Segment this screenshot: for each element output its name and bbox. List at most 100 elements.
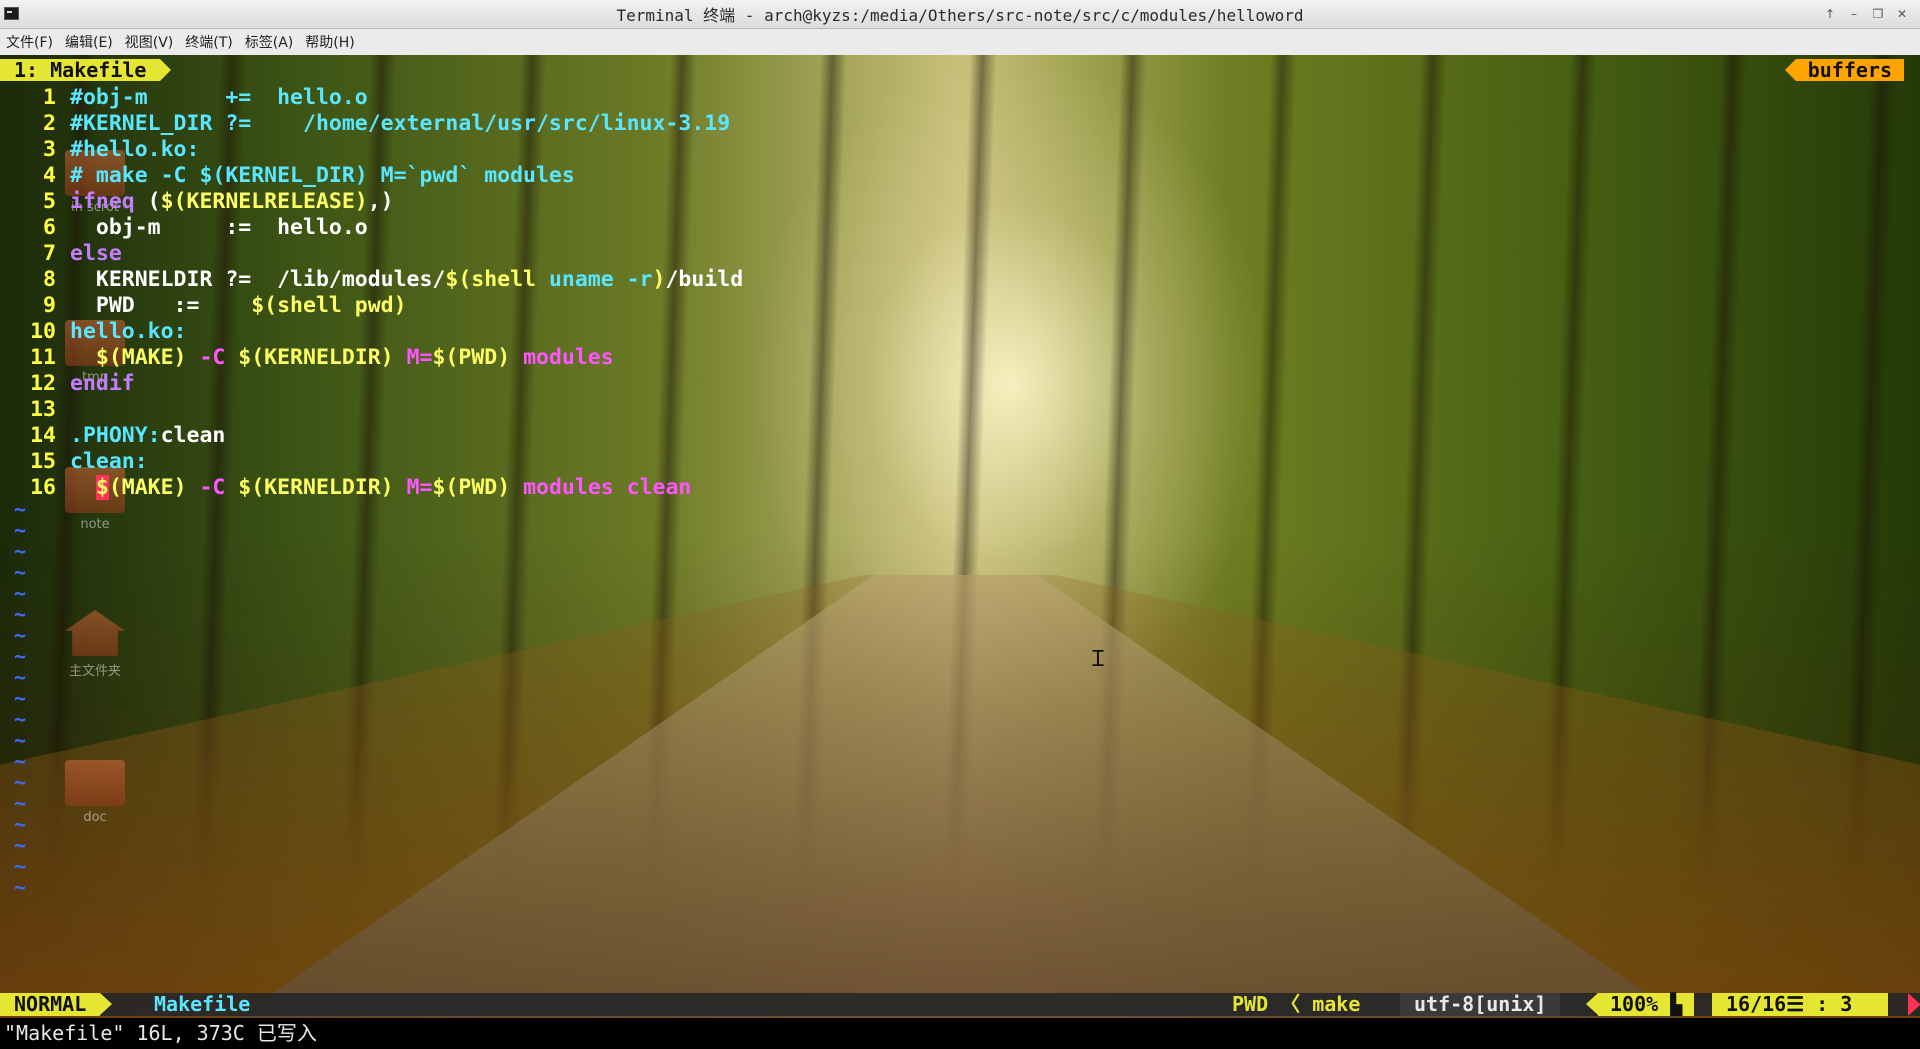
menu-edit[interactable]: 编辑(E) [59, 32, 119, 52]
code-line[interactable]: 10 hello.ko: [0, 319, 1900, 345]
code-line[interactable]: 15 clean: [0, 449, 1900, 475]
code-token: $(PWD) [432, 345, 511, 370]
line-number: 9 [43, 293, 56, 318]
line-number: 15 [30, 449, 56, 474]
code-token: -C [186, 475, 239, 500]
close-button[interactable]: ✕ [1892, 4, 1912, 24]
desktop-icon-doc: doc [50, 760, 140, 825]
code-token: ( [147, 189, 161, 214]
mode-indicator: NORMAL [0, 993, 113, 1016]
code-token: ,) [367, 189, 394, 214]
code-token: $(KERNELDIR) [238, 345, 394, 370]
vim-statusline: NORMAL Makefile PWD 〈 make utf-8[unix] 1… [0, 993, 1920, 1016]
menu-view[interactable]: 视图(V) [119, 32, 180, 52]
code-token: uname -r [548, 267, 653, 292]
code-token: clean: [70, 449, 148, 474]
line-text: PWD := $(shell pwd) [70, 293, 407, 319]
code-token: else [70, 241, 122, 266]
code-token: M= [393, 475, 433, 500]
folder-icon [65, 760, 125, 806]
menu-file[interactable]: 文件(F) [0, 32, 59, 52]
status-pwd: PWD 〈 make [1232, 992, 1361, 1016]
window-title: Terminal 终端 - arch@kyzs:/media/Others/sr… [616, 6, 1304, 25]
line-number: 2 [43, 111, 56, 136]
line-text: $(MAKE) -C $(KERNELDIR) M=$(PWD) modules [70, 345, 614, 371]
code-token: ifneq [70, 189, 148, 214]
menu-help[interactable]: 帮助(H) [299, 32, 360, 52]
minimize-button[interactable]: – [1844, 4, 1864, 24]
code-line[interactable]: 8 KERNELDIR ?= /lib/modules/$(shell unam… [0, 267, 1900, 293]
code-token: $(KERNELDIR) [238, 475, 394, 500]
line-number: 4 [43, 163, 56, 188]
window-titlebar[interactable]: Terminal 终端 - arch@kyzs:/media/Others/sr… [0, 0, 1920, 29]
code-token: $(shell [445, 267, 549, 292]
keep-above-button[interactable]: ↑ [1820, 4, 1840, 24]
code-token: hello.ko: [70, 319, 187, 344]
window-controls: ↑ – ❐ ✕ [1820, 4, 1912, 24]
vim-command-line[interactable]: "Makefile" 16L, 373C 已写入 [0, 1018, 1920, 1049]
code-token: -C [186, 345, 239, 370]
code-line[interactable]: 16 $(MAKE) -C $(KERNELDIR) M=$(PWD) modu… [0, 475, 1900, 501]
code-token: ) [652, 267, 666, 292]
code-token: endif [70, 371, 135, 396]
status-filename: Makefile [154, 992, 251, 1016]
tab-makefile[interactable]: 1: Makefile [0, 59, 172, 81]
code-token: .PHONY: [70, 423, 161, 448]
line-number: 16 [30, 475, 56, 500]
line-text: obj-m := hello.o [70, 215, 368, 241]
line-number: 6 [43, 215, 56, 240]
line-text: else [70, 241, 122, 267]
status-position: 16/16☰ : 3 [1712, 993, 1888, 1016]
terminal-view[interactable]: in scrot tmp note 主文件夹 doc 1: Makefile b… [0, 55, 1920, 1049]
code-token: M= [393, 345, 433, 370]
code-line[interactable]: 6 obj-m := hello.o [0, 215, 1900, 241]
code-line[interactable]: 14 .PHONY:clean [0, 423, 1900, 449]
code-token: $(MAKE) [95, 345, 187, 370]
buffers-label: buffers [1784, 59, 1904, 81]
line-number: 11 [30, 345, 56, 370]
home-folder-icon [65, 610, 125, 656]
code-token: obj-m := hello.o [70, 215, 368, 240]
menu-tabs[interactable]: 标签(A) [239, 32, 300, 52]
editor-cursor: $ [95, 475, 109, 500]
line-text: KERNELDIR ?= /lib/modules/$(shell uname … [70, 267, 743, 293]
line-text: endif [70, 371, 135, 397]
maximize-button[interactable]: ❐ [1868, 4, 1888, 24]
code-line[interactable]: 4 # make -C $(KERNEL_DIR) M=`pwd` modules [0, 163, 1900, 189]
line-text: $(MAKE) -C $(KERNELDIR) M=$(PWD) modules… [70, 475, 691, 501]
code-token: modules clean [510, 475, 692, 500]
line-number: 3 [43, 137, 56, 162]
code-token: $(PWD) [432, 475, 511, 500]
code-line[interactable]: 13 [0, 397, 1900, 423]
code-token: #hello.ko: [70, 137, 200, 162]
status-percent: 100% ▙ [1585, 993, 1695, 1016]
code-line[interactable]: 2 #KERNEL_DIR ?= /home/external/usr/src/l… [0, 111, 1900, 137]
menu-terminal[interactable]: 终端(T) [179, 32, 238, 52]
line-number: 12 [30, 371, 56, 396]
desktop-icon-home: 主文件夹 [50, 610, 140, 679]
empty-line-markers: ~ ~ ~ ~ ~ ~ ~ ~ ~ ~ ~ ~ ~ ~ ~ ~ ~ ~ ~ [14, 497, 27, 899]
line-text: .PHONY:clean [70, 423, 225, 449]
code-token: KERNELDIR ?= /lib/modules/ [70, 267, 446, 292]
line-text: clean: [70, 449, 148, 475]
editor-buffer[interactable]: 1 #obj-m += hello.o 2 #KERNEL_DIR ?= /home/… [0, 85, 1900, 501]
code-line[interactable]: 5 ifneq ($(KERNELRELEASE),) [0, 189, 1900, 215]
line-number: 1 [43, 85, 56, 110]
code-line[interactable]: 11 $(MAKE) -C $(KERNELDIR) M=$(PWD) modu… [0, 345, 1900, 371]
code-token: modules [510, 345, 614, 370]
menubar: 文件(F) 编辑(E) 视图(V) 终端(T) 标签(A) 帮助(H) [0, 29, 1920, 55]
text-cursor-icon: Ｉ [1087, 647, 1110, 672]
line-number: 8 [43, 267, 56, 292]
line-text: #KERNEL_DIR ?= /home/external/usr/src/li… [70, 111, 730, 137]
line-text: # make -C $(KERNEL_DIR) M=`pwd` modules [70, 163, 575, 189]
code-token: $(shell pwd) [251, 293, 407, 318]
code-line[interactable]: 3 #hello.ko: [0, 137, 1900, 163]
code-line[interactable]: 12 endif [0, 371, 1900, 397]
status-encoding: utf-8[unix] [1400, 993, 1561, 1016]
code-line[interactable]: 1 #obj-m += hello.o [0, 85, 1900, 111]
code-line[interactable]: 7 else [0, 241, 1900, 267]
code-line[interactable]: 9 PWD := $(shell pwd) [0, 293, 1900, 319]
terminal-app-icon [4, 7, 19, 20]
